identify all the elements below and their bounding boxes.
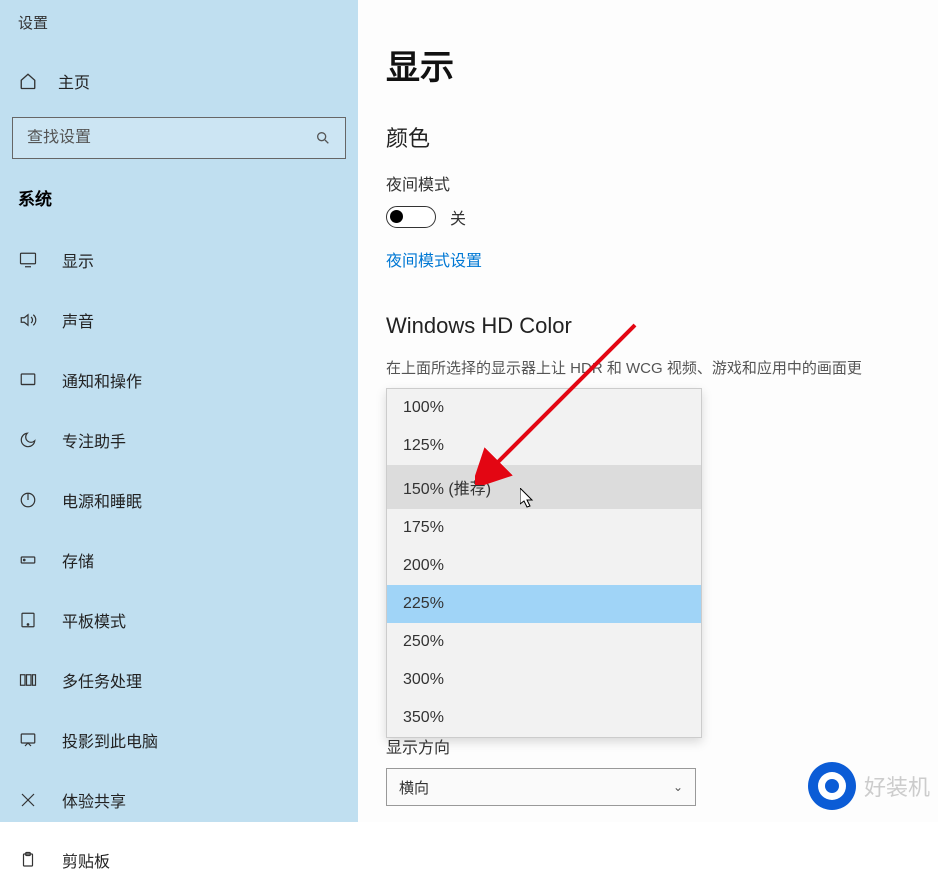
sidebar-item-storage[interactable]: 存储 xyxy=(0,530,358,590)
sidebar-item-speaker[interactable]: 声音 xyxy=(0,290,358,350)
sidebar-item-label: 平板模式 xyxy=(62,608,126,632)
tablet-icon xyxy=(18,610,38,630)
sidebar: 设置 主页 系统 显示声音通知和操作专注助手电源和睡眠存储平板模式多任务处理投影… xyxy=(0,0,358,822)
multitask-icon xyxy=(18,670,38,690)
scale-option[interactable]: 350% xyxy=(387,699,701,737)
scale-option[interactable]: 225% xyxy=(387,585,701,623)
sidebar-item-label: 显示 xyxy=(62,248,94,272)
orientation-select[interactable]: 横向 ⌄ xyxy=(386,768,696,806)
scale-option[interactable]: 150% (推荐) xyxy=(387,465,701,509)
monitor-icon xyxy=(18,250,38,270)
moon-icon xyxy=(18,430,38,450)
sidebar-item-label: 存储 xyxy=(62,548,94,572)
scale-option[interactable]: 175% xyxy=(387,509,701,547)
sidebar-item-power[interactable]: 电源和睡眠 xyxy=(0,470,358,530)
notification-icon xyxy=(18,370,38,390)
orientation-value: 横向 xyxy=(399,777,429,798)
chevron-down-icon: ⌄ xyxy=(673,780,683,794)
toggle-state: 关 xyxy=(450,205,466,229)
night-light-label: 夜间模式 xyxy=(386,171,910,195)
sidebar-item-share[interactable]: 体验共享 xyxy=(0,770,358,830)
home-nav[interactable]: 主页 xyxy=(0,41,358,109)
color-heading: 颜色 xyxy=(386,121,910,153)
share-icon xyxy=(18,790,38,810)
sidebar-item-label: 声音 xyxy=(62,308,94,332)
hd-color-description: 在上面所选择的显示器上让 HDR 和 WCG 视频、游戏和应用中的画面更 xyxy=(386,357,910,378)
night-light-toggle[interactable] xyxy=(386,206,436,228)
sidebar-item-monitor[interactable]: 显示 xyxy=(0,230,358,290)
scale-option[interactable]: 200% xyxy=(387,547,701,585)
sidebar-item-project[interactable]: 投影到此电脑 xyxy=(0,710,358,770)
page-title: 显示 xyxy=(386,40,910,89)
storage-icon xyxy=(18,550,38,570)
sidebar-item-clipboard[interactable]: 剪贴板 xyxy=(0,830,358,890)
home-icon xyxy=(18,71,38,91)
scale-option[interactable]: 125% xyxy=(387,427,701,465)
hd-color-heading: Windows HD Color xyxy=(386,313,910,339)
home-label: 主页 xyxy=(58,69,90,93)
speaker-icon xyxy=(18,310,38,330)
power-icon xyxy=(18,490,38,510)
sidebar-item-label: 体验共享 xyxy=(62,788,126,812)
night-light-settings-link[interactable]: 夜间模式设置 xyxy=(386,247,482,271)
clipboard-icon xyxy=(18,850,38,870)
search-box[interactable] xyxy=(12,117,346,159)
scale-option[interactable]: 300% xyxy=(387,661,701,699)
sidebar-item-label: 电源和睡眠 xyxy=(62,488,142,512)
watermark: 好装机 xyxy=(808,762,930,810)
sidebar-item-moon[interactable]: 专注助手 xyxy=(0,410,358,470)
search-icon xyxy=(315,130,331,146)
category-title: 系统 xyxy=(0,179,358,230)
sidebar-item-label: 剪贴板 xyxy=(62,848,110,872)
sidebar-item-label: 通知和操作 xyxy=(62,368,142,392)
watermark-logo xyxy=(808,762,856,810)
search-input[interactable] xyxy=(27,129,315,147)
watermark-text: 好装机 xyxy=(864,770,930,802)
sidebar-item-label: 多任务处理 xyxy=(62,668,142,692)
sidebar-item-notification[interactable]: 通知和操作 xyxy=(0,350,358,410)
sidebar-item-label: 投影到此电脑 xyxy=(62,728,158,752)
scale-dropdown[interactable]: 100%125%150% (推荐)175%200%225%250%300%350… xyxy=(386,388,702,738)
scale-option[interactable]: 100% xyxy=(387,389,701,427)
sidebar-item-label: 专注助手 xyxy=(62,428,126,452)
night-light-toggle-row: 关 xyxy=(386,205,910,229)
sidebar-item-tablet[interactable]: 平板模式 xyxy=(0,590,358,650)
app-title: 设置 xyxy=(0,0,358,41)
sidebar-item-multitask[interactable]: 多任务处理 xyxy=(0,650,358,710)
scale-option[interactable]: 250% xyxy=(387,623,701,661)
project-icon xyxy=(18,730,38,750)
